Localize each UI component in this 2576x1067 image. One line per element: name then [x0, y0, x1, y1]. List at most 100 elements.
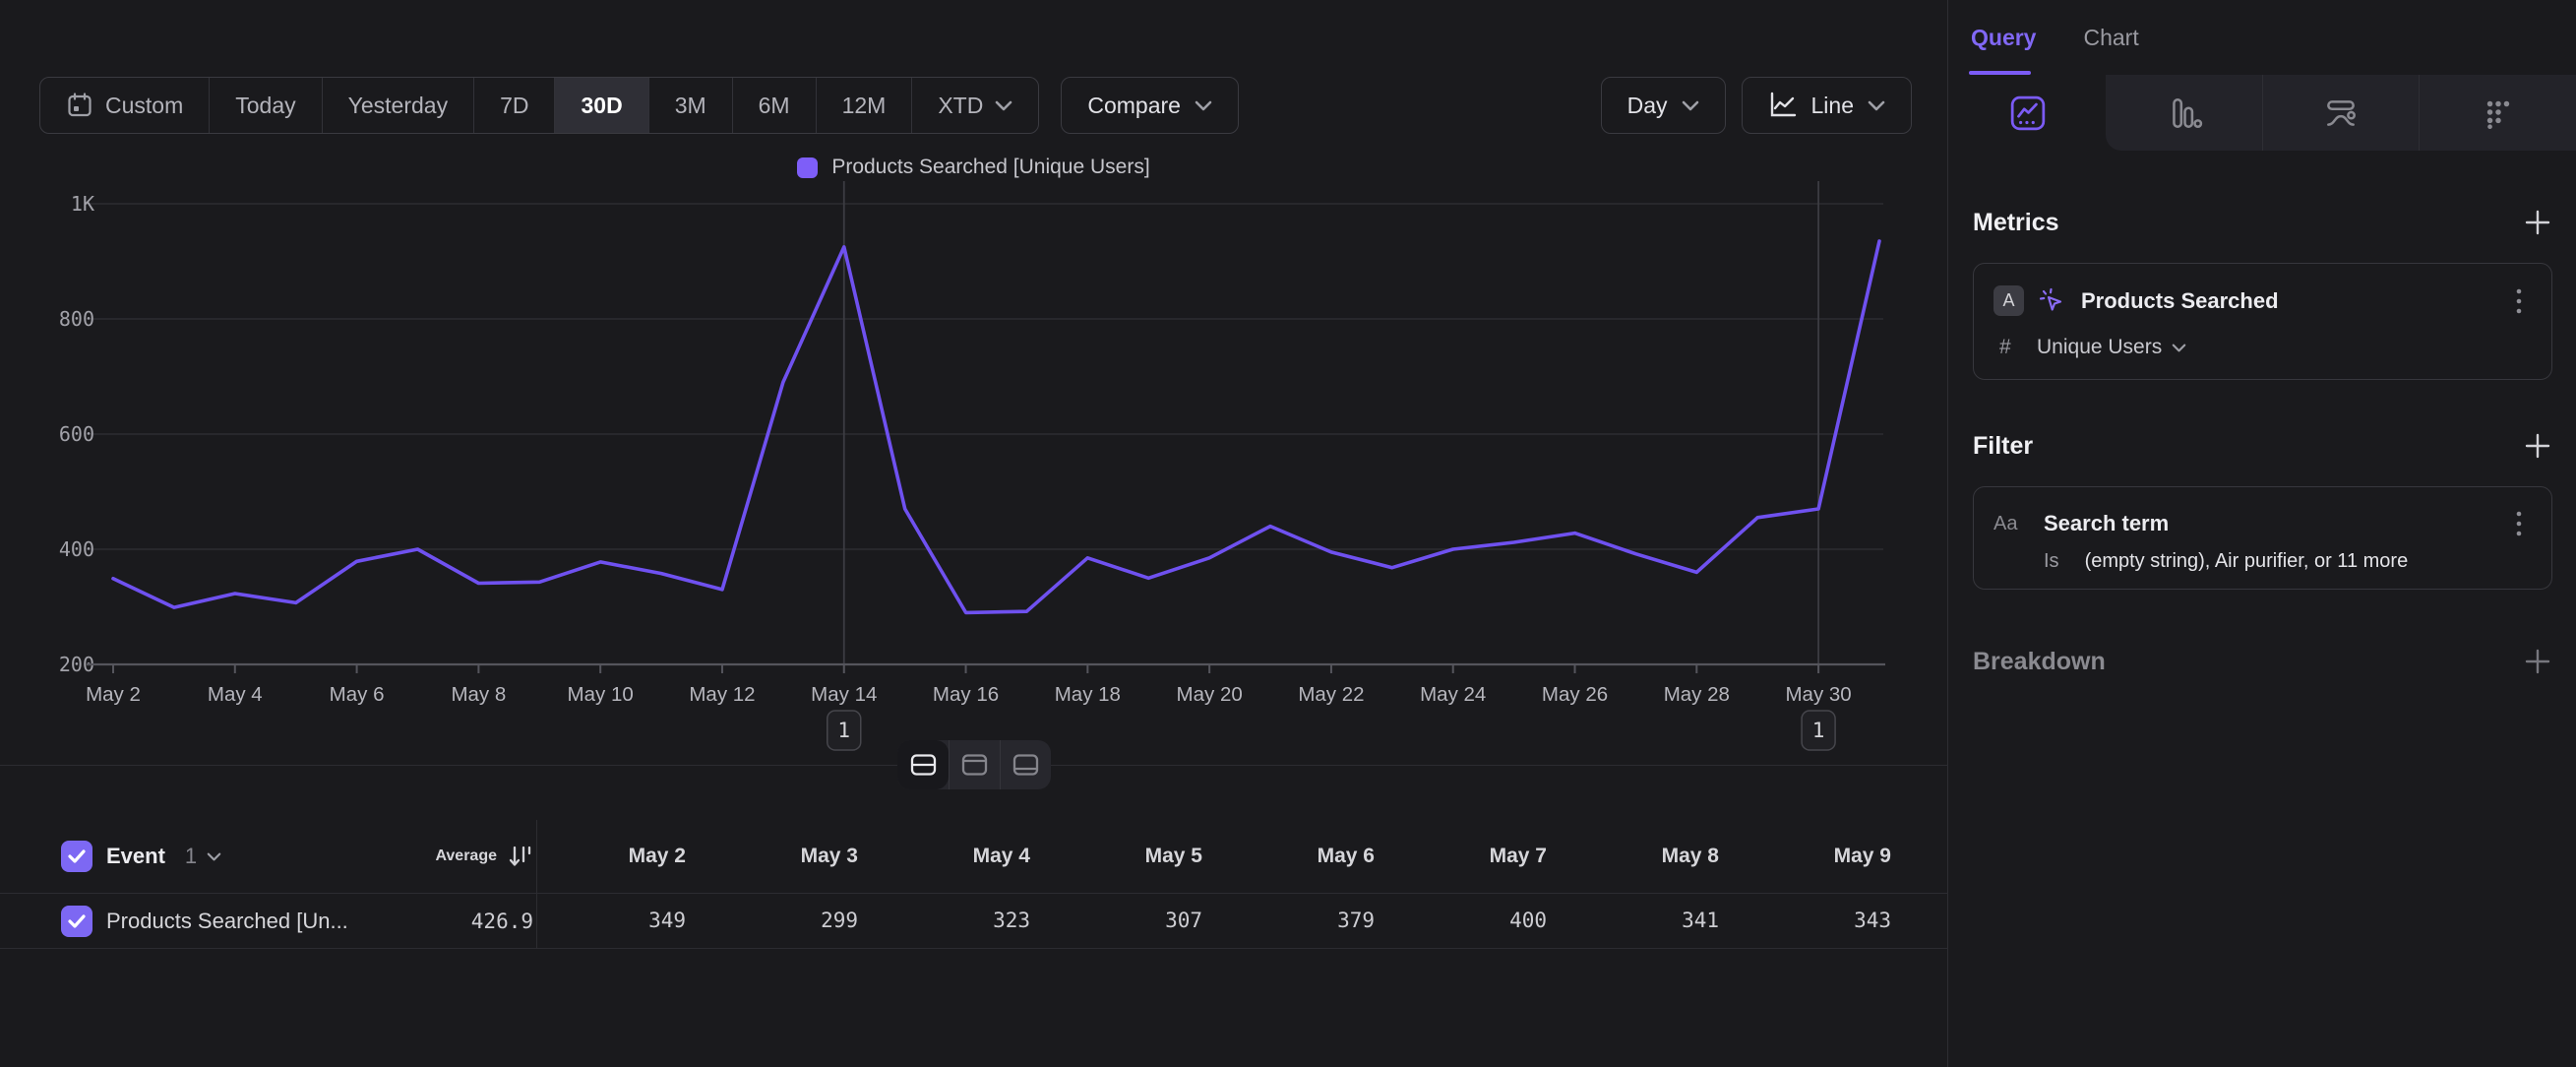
svg-text:May 8: May 8	[451, 683, 506, 706]
date-column-header[interactable]: May 8	[1547, 845, 1719, 868]
chart-only-icon	[961, 754, 988, 776]
table-cell-value: 400	[1375, 909, 1547, 933]
active-tab-underline	[1969, 71, 2031, 75]
metrics-section-header: Metrics	[1973, 208, 2552, 237]
grid-dots-icon	[2480, 94, 2517, 132]
row-average-value: 426.9	[471, 910, 533, 933]
table-cell-value: 343	[1719, 909, 1891, 933]
table-header-row: Event 1 Average May 2May 3May 4May 5May 6…	[0, 820, 1948, 894]
inactive-tab-group	[2106, 75, 2576, 151]
layout-split-button[interactable]	[897, 740, 949, 789]
row-checkbox[interactable]	[61, 906, 92, 937]
chevron-down-icon	[995, 100, 1012, 111]
tab-flows-chart[interactable]	[2262, 75, 2420, 151]
svg-text:May 24: May 24	[1420, 683, 1486, 706]
annotation-badge[interactable]: 1	[1802, 711, 1835, 750]
aggregation-type-icon: #	[1999, 336, 2021, 359]
grid-lines	[87, 204, 1883, 549]
panel-header: Query Chart	[1949, 0, 2576, 75]
row-event-name: Products Searched [Un...	[106, 909, 348, 934]
date-column-header[interactable]: May 2	[533, 845, 686, 868]
tab-more-charts[interactable]	[2419, 75, 2576, 151]
plus-icon	[2523, 431, 2552, 461]
metrics-title: Metrics	[1973, 209, 2059, 237]
aggregation-label: Unique Users	[2037, 336, 2162, 359]
event-label: Event	[106, 844, 165, 869]
date-column-header[interactable]: May 5	[1030, 845, 1202, 868]
filter-section-header: Filter	[1973, 431, 2552, 461]
chevron-down-icon	[2172, 344, 2186, 352]
plus-icon	[2523, 208, 2552, 237]
chart-area: 1K800600400200May 2May 4May 6May 8May 10…	[47, 110, 1889, 767]
annotation-badge[interactable]: 1	[828, 711, 861, 750]
svg-text:May 12: May 12	[689, 683, 755, 706]
svg-text:May 14: May 14	[811, 683, 877, 706]
select-all-checkbox[interactable]	[61, 841, 92, 872]
chevron-down-icon	[1682, 100, 1699, 111]
svg-text:600: 600	[59, 422, 94, 446]
sort-icon	[507, 844, 533, 869]
table-column-divider	[536, 820, 537, 949]
tab-insights-chart[interactable]	[1949, 75, 2106, 151]
layout-table-only-button[interactable]	[1000, 740, 1051, 789]
svg-text:May 2: May 2	[86, 683, 141, 706]
metric-event-name: Products Searched	[2081, 288, 2279, 314]
add-metric-button[interactable]	[2523, 208, 2552, 237]
tab-query[interactable]: Query	[1971, 25, 2036, 51]
aggregation-dropdown[interactable]: Unique Users	[2037, 336, 2186, 359]
average-header-label: Average	[435, 847, 497, 865]
table-cell-value: 341	[1547, 909, 1719, 933]
metric-card[interactable]: A Products Searched # Unique Users	[1973, 263, 2552, 380]
svg-text:800: 800	[59, 307, 94, 331]
svg-text:May 22: May 22	[1298, 683, 1364, 706]
main-content-area: CustomTodayYesterday7D30D3M6M12MXTD Comp…	[0, 0, 1948, 1067]
query-panel: Query Chart	[1949, 0, 2576, 1067]
series-line	[113, 241, 1879, 612]
date-column-header[interactable]: May 3	[686, 845, 858, 868]
metric-letter-badge: A	[1993, 285, 2024, 316]
y-axis-labels: 1K800600400200	[59, 192, 94, 676]
event-count: 1	[185, 844, 197, 869]
tab-chart[interactable]: Chart	[2083, 25, 2138, 51]
line-chart: 1K800600400200May 2May 4May 6May 8May 10…	[47, 110, 1889, 762]
average-column-header[interactable]: Average	[398, 844, 533, 869]
add-breakdown-button[interactable]	[2523, 647, 2552, 676]
string-property-icon: Aa	[1993, 513, 2029, 535]
chevron-down-icon	[207, 852, 221, 861]
table-cell-value: 349	[533, 909, 686, 933]
svg-text:May 26: May 26	[1542, 683, 1608, 706]
breakdown-title: Breakdown	[1973, 648, 2106, 676]
insights-chart-icon	[2009, 94, 2047, 132]
date-column-header[interactable]: May 6	[1202, 845, 1375, 868]
layout-chart-only-button[interactable]	[949, 740, 1000, 789]
breakdown-section-header: Breakdown	[1973, 647, 2552, 676]
filter-operator[interactable]: Is	[2044, 550, 2059, 573]
svg-text:May 20: May 20	[1177, 683, 1243, 706]
svg-text:May 30: May 30	[1785, 683, 1851, 706]
metric-options-kebab-icon[interactable]	[2506, 286, 2532, 316]
table-cell-value: 379	[1202, 909, 1375, 933]
event-dropdown[interactable]: Event 1	[106, 844, 398, 869]
svg-text:May 16: May 16	[933, 683, 999, 706]
panel-content: Metrics A Products Searched #	[1949, 208, 2576, 676]
filter-property-name: Search term	[2044, 511, 2169, 536]
date-column-header[interactable]: May 4	[858, 845, 1030, 868]
svg-text:May 4: May 4	[208, 683, 263, 706]
svg-text:May 6: May 6	[330, 683, 385, 706]
split-view-icon	[910, 754, 937, 776]
table-cell-value: 307	[1030, 909, 1202, 933]
chevron-down-icon	[1195, 100, 1212, 111]
plus-icon	[2523, 647, 2552, 676]
filter-value[interactable]: (empty string), Air purifier, or 11 more	[2085, 550, 2409, 573]
layout-toggle-group	[897, 740, 1051, 789]
svg-text:1: 1	[1812, 719, 1825, 742]
add-filter-button[interactable]	[2523, 431, 2552, 461]
filter-options-kebab-icon[interactable]	[2506, 509, 2532, 538]
svg-text:May 18: May 18	[1055, 683, 1121, 706]
date-column-header[interactable]: May 7	[1375, 845, 1547, 868]
tab-funnels-chart[interactable]	[2106, 75, 2262, 151]
table-only-icon	[1012, 754, 1039, 776]
date-column-header[interactable]: May 9	[1719, 845, 1891, 868]
filter-title: Filter	[1973, 432, 2033, 461]
filter-card[interactable]: Aa Search term Is (empty string), Air pu…	[1973, 486, 2552, 590]
